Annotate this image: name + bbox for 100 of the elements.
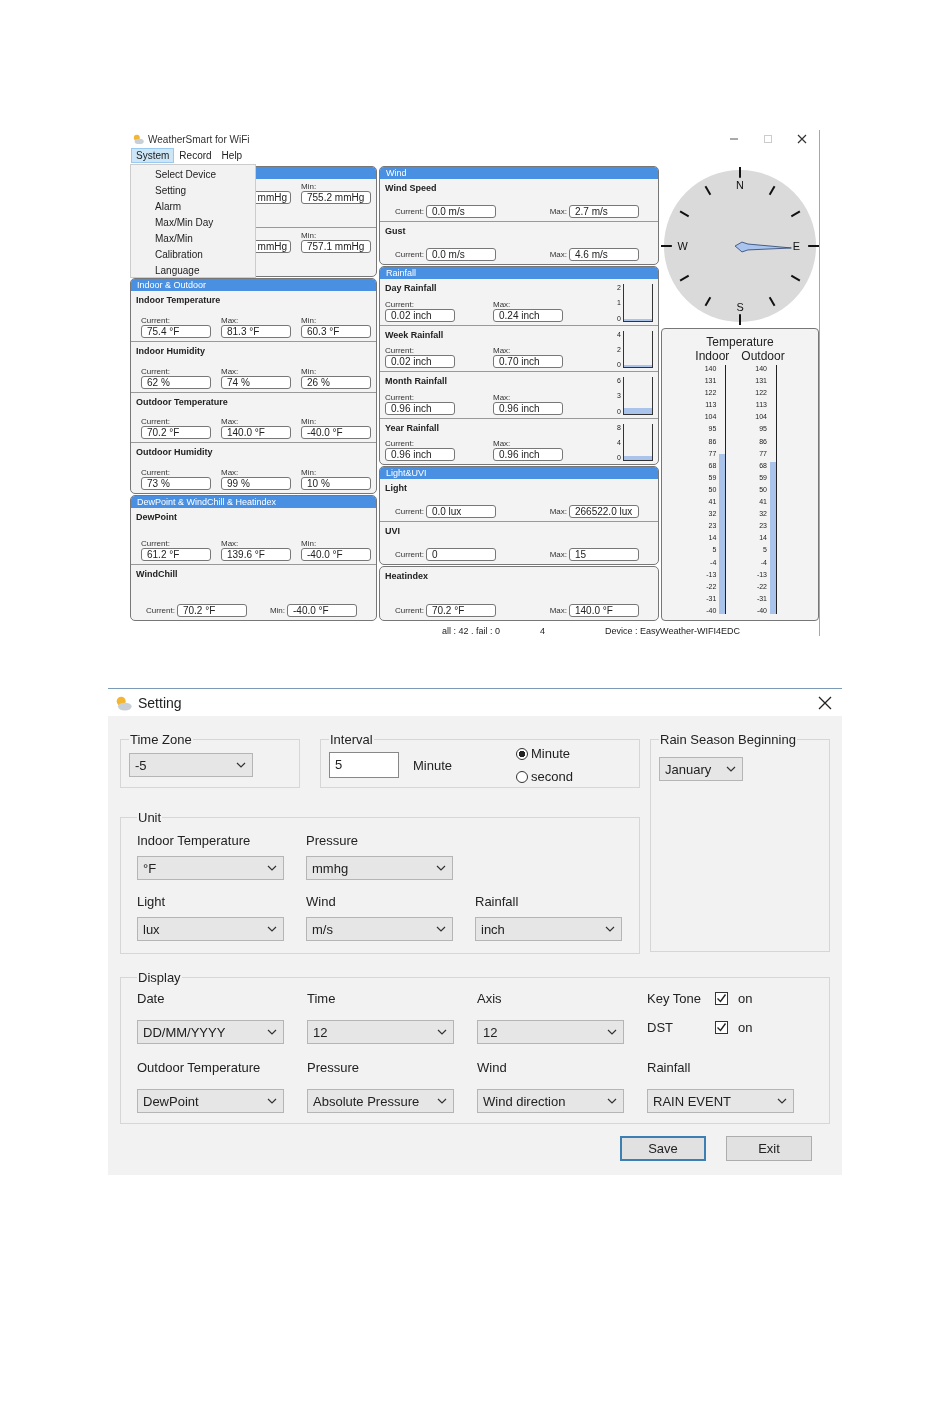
value-field: -40.0 °F <box>301 426 371 440</box>
field-label: Max: <box>549 250 567 259</box>
field-label: Wind <box>477 1060 508 1075</box>
menu-item[interactable]: Calibration <box>131 247 255 263</box>
value-field: 140.0 °F <box>221 426 291 440</box>
value-field: 75.4 °F <box>141 324 211 338</box>
value-field: 139.6 °F <box>221 547 291 561</box>
dropdown[interactable]: inch <box>475 917 622 941</box>
menu-item[interactable]: Setting <box>131 183 255 199</box>
field-label: Min: <box>301 468 318 478</box>
dropdown[interactable]: 12 <box>477 1020 624 1044</box>
menu-item[interactable]: Select Device <box>131 167 255 183</box>
dropdown[interactable]: °F <box>137 856 284 880</box>
dropdown[interactable]: January <box>659 757 743 781</box>
section-title: Gust <box>385 225 407 237</box>
check-icon <box>716 1022 727 1033</box>
menu-item[interactable]: Language <box>131 263 255 279</box>
menu-item[interactable]: Record <box>174 148 217 163</box>
chevron-icon <box>777 1098 787 1104</box>
value-field: 2.7 m/s <box>569 205 639 218</box>
panel-header: Wind <box>380 167 658 179</box>
close-icon[interactable] <box>818 695 832 710</box>
dropdown[interactable]: 12 <box>307 1020 454 1044</box>
group-label: Rain Season Beginning <box>659 732 797 747</box>
panel-header: Indoor & Outdoor <box>131 278 376 291</box>
field-label: Min: <box>269 606 285 616</box>
value-field: 0.24 inch <box>493 308 563 322</box>
dropdown[interactable]: Wind direction <box>477 1089 624 1113</box>
group-label: Unit <box>137 810 163 825</box>
value-field: 70.2 °F <box>141 426 211 440</box>
chevron-icon <box>437 1029 447 1035</box>
field-label: Current: <box>141 468 171 478</box>
status-text: all : 42 . fail : 0 <box>442 626 501 636</box>
value-field: 0.96 inch <box>385 448 455 461</box>
button[interactable]: Save <box>620 1136 706 1161</box>
dropdown[interactable]: mmhg <box>306 856 453 880</box>
dropdown[interactable]: m/s <box>306 917 453 941</box>
section-title: Indoor Humidity <box>136 344 206 357</box>
chevron-icon <box>436 865 446 871</box>
close-icon[interactable] <box>797 134 807 144</box>
dropdown[interactable]: RAIN EVENT <box>647 1089 794 1113</box>
checkbox-label: Key Tone <box>647 991 702 1006</box>
field-label: Current: <box>141 315 171 325</box>
panel-header: Light&UVI <box>380 467 658 479</box>
field-label: Pressure <box>306 833 360 848</box>
menu-item[interactable]: Help <box>216 148 248 163</box>
field-label: Min: <box>301 538 318 548</box>
dropdown[interactable]: DD/MM/YYYY <box>137 1020 284 1044</box>
value-field: 0.02 inch <box>385 308 455 322</box>
field-label: Rainfall <box>647 1060 692 1075</box>
value-field: -40.0 °F <box>287 604 357 618</box>
checkbox[interactable] <box>715 992 728 1005</box>
field-label: Min: <box>301 417 318 427</box>
field-label: Current: <box>385 392 415 402</box>
status-text: 4 <box>540 626 546 636</box>
value-field: 0.02 inch <box>385 355 455 368</box>
value-field: 60.3 °F <box>301 324 371 338</box>
dropdown[interactable]: DewPoint <box>137 1089 284 1113</box>
field-label: Current: <box>385 346 415 355</box>
field-label: Current: <box>395 207 424 216</box>
field-label: Max: <box>549 606 567 615</box>
chevron-icon <box>726 766 736 772</box>
value-field: 70.2 °F <box>176 604 247 618</box>
menu-item[interactable]: System <box>131 148 175 163</box>
section-title: Wind Speed <box>385 182 438 194</box>
value-field: 0.96 inch <box>493 401 563 415</box>
chevron-icon <box>437 1098 447 1104</box>
field-label: Min: <box>301 315 318 325</box>
compass-label: N <box>736 178 744 191</box>
section-title: WindChill <box>136 567 179 580</box>
chevron-icon <box>267 1029 277 1035</box>
value-field: 0.0 m/s <box>425 248 496 261</box>
menu-item[interactable]: Max/Min Day <box>131 215 255 231</box>
value-field: 73 % <box>141 477 211 491</box>
field-label: Max: <box>221 315 240 325</box>
value-field: 81.3 °F <box>221 324 291 338</box>
group-label: Time Zone <box>129 732 193 747</box>
field-label: Max: <box>221 538 240 548</box>
chevron-icon <box>607 1029 617 1035</box>
compass-needle <box>734 241 792 253</box>
radio-button[interactable] <box>516 747 529 760</box>
field-label: Max: <box>493 392 512 402</box>
menu-item[interactable]: Max/Min <box>131 231 255 247</box>
dropdown[interactable]: Absolute Pressure <box>307 1089 454 1113</box>
input-field[interactable]: 5 <box>329 752 399 778</box>
value-field: 4.6 m/s <box>569 248 639 261</box>
field-label: Current: <box>141 417 171 427</box>
section-title: Month Rainfall <box>385 375 448 387</box>
field-label: Max: <box>549 507 567 516</box>
checkbox[interactable] <box>715 1021 728 1034</box>
menu-item[interactable]: Alarm <box>131 199 255 215</box>
field-label: Indoor Temperature <box>137 833 252 848</box>
field-label: Current: <box>395 507 424 516</box>
dropdown[interactable]: lux <box>137 917 284 941</box>
value-field: 15 <box>569 548 639 561</box>
dropdown[interactable]: -5 <box>129 753 253 777</box>
group-label: Display <box>137 970 182 985</box>
button[interactable]: Exit <box>726 1136 812 1161</box>
radio-button[interactable] <box>516 770 529 783</box>
value-field: 70.2 °F <box>425 604 496 617</box>
